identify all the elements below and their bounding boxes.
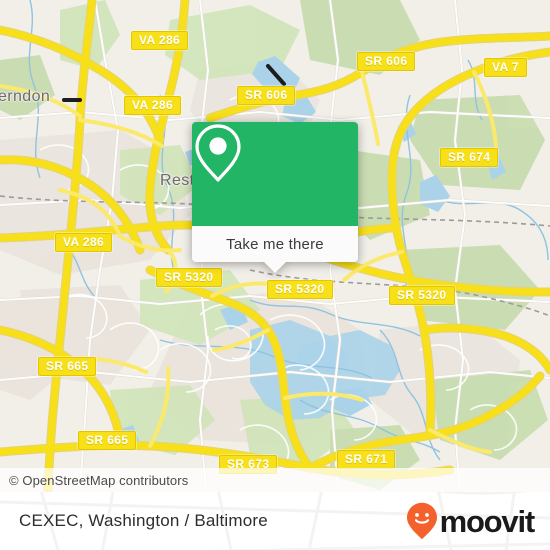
attribution-text: © OpenStreetMap contributors xyxy=(9,472,189,488)
road-shield-va-7[interactable]: VA 7 xyxy=(484,58,527,77)
popup-pointer xyxy=(264,262,286,273)
smiling-pin-icon xyxy=(406,502,437,540)
road-shield-va-286[interactable]: VA 286 xyxy=(131,31,189,50)
footer-bar: CEXEC, Washington / Baltimore moovit xyxy=(0,492,550,550)
road-shield-sr-671[interactable]: SR 671 xyxy=(337,450,396,469)
take-me-there-button[interactable]: Take me there xyxy=(192,226,358,262)
map-canvas[interactable]: .water{fill:#aad3ea;} .stream{stroke:#8f… xyxy=(0,0,550,492)
road-shield-sr-5320[interactable]: SR 5320 xyxy=(267,280,333,299)
road-shield-va-286[interactable]: VA 286 xyxy=(55,233,113,252)
moovit-wordmark: moovit xyxy=(439,503,536,539)
road-shield-sr-606[interactable]: SR 606 xyxy=(237,86,296,105)
location-popup[interactable]: Take me there xyxy=(192,122,358,273)
map-pin-icon xyxy=(195,124,241,182)
road-shield-sr-606[interactable]: SR 606 xyxy=(357,52,416,71)
road-shield-sr-674[interactable]: SR 674 xyxy=(440,148,499,167)
take-me-there-label: Take me there xyxy=(226,235,324,253)
moovit-map-screenshot: .water{fill:#aad3ea;} .stream{stroke:#8f… xyxy=(0,0,550,550)
page-title-text: CEXEC, Washington / Baltimore xyxy=(19,511,268,530)
map-attribution: © OpenStreetMap contributors xyxy=(0,468,550,492)
road-shield-va-286[interactable]: VA 286 xyxy=(124,96,182,115)
moovit-logo[interactable]: moovit xyxy=(406,492,536,550)
road-shield-sr-665[interactable]: SR 665 xyxy=(78,431,137,450)
page-title: CEXEC, Washington / Baltimore xyxy=(19,492,268,550)
place-label-reston: Rest xyxy=(160,172,195,189)
road-shield-sr-5320[interactable]: SR 5320 xyxy=(156,268,222,287)
road-shield-sr-665[interactable]: SR 665 xyxy=(38,357,97,376)
road-shield-sr-5320[interactable]: SR 5320 xyxy=(389,286,455,305)
popup-icon-area xyxy=(192,122,358,226)
place-label-herndon: lerndon xyxy=(0,88,51,105)
